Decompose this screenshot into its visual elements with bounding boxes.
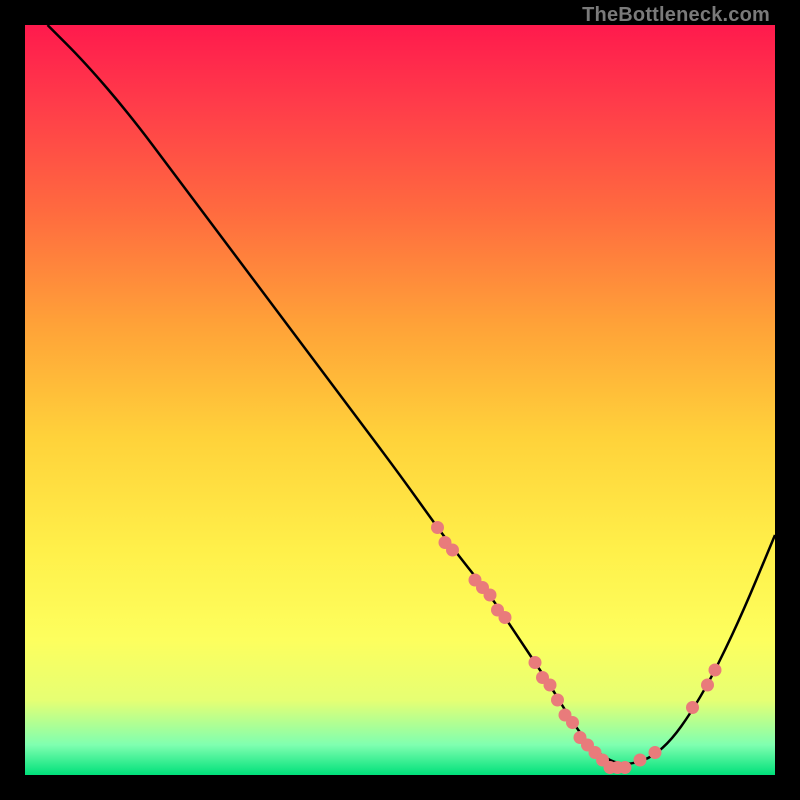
scatter-point <box>619 761 632 774</box>
scatter-point <box>709 664 722 677</box>
scatter-point <box>634 754 647 767</box>
watermark-text: TheBottleneck.com <box>582 4 770 27</box>
scatter-point <box>431 521 444 534</box>
scatter-point <box>551 694 564 707</box>
scatter-point <box>529 656 542 669</box>
scatter-point <box>446 544 459 557</box>
chart-plot-area <box>25 25 775 775</box>
scatter-point <box>649 746 662 759</box>
scatter-point <box>701 679 714 692</box>
scatter-point <box>686 701 699 714</box>
scatter-point <box>544 679 557 692</box>
scatter-point <box>484 589 497 602</box>
scatter-point <box>499 611 512 624</box>
curve-bottleneck-curve <box>48 25 776 764</box>
scatter-point <box>566 716 579 729</box>
chart-svg <box>25 25 775 775</box>
